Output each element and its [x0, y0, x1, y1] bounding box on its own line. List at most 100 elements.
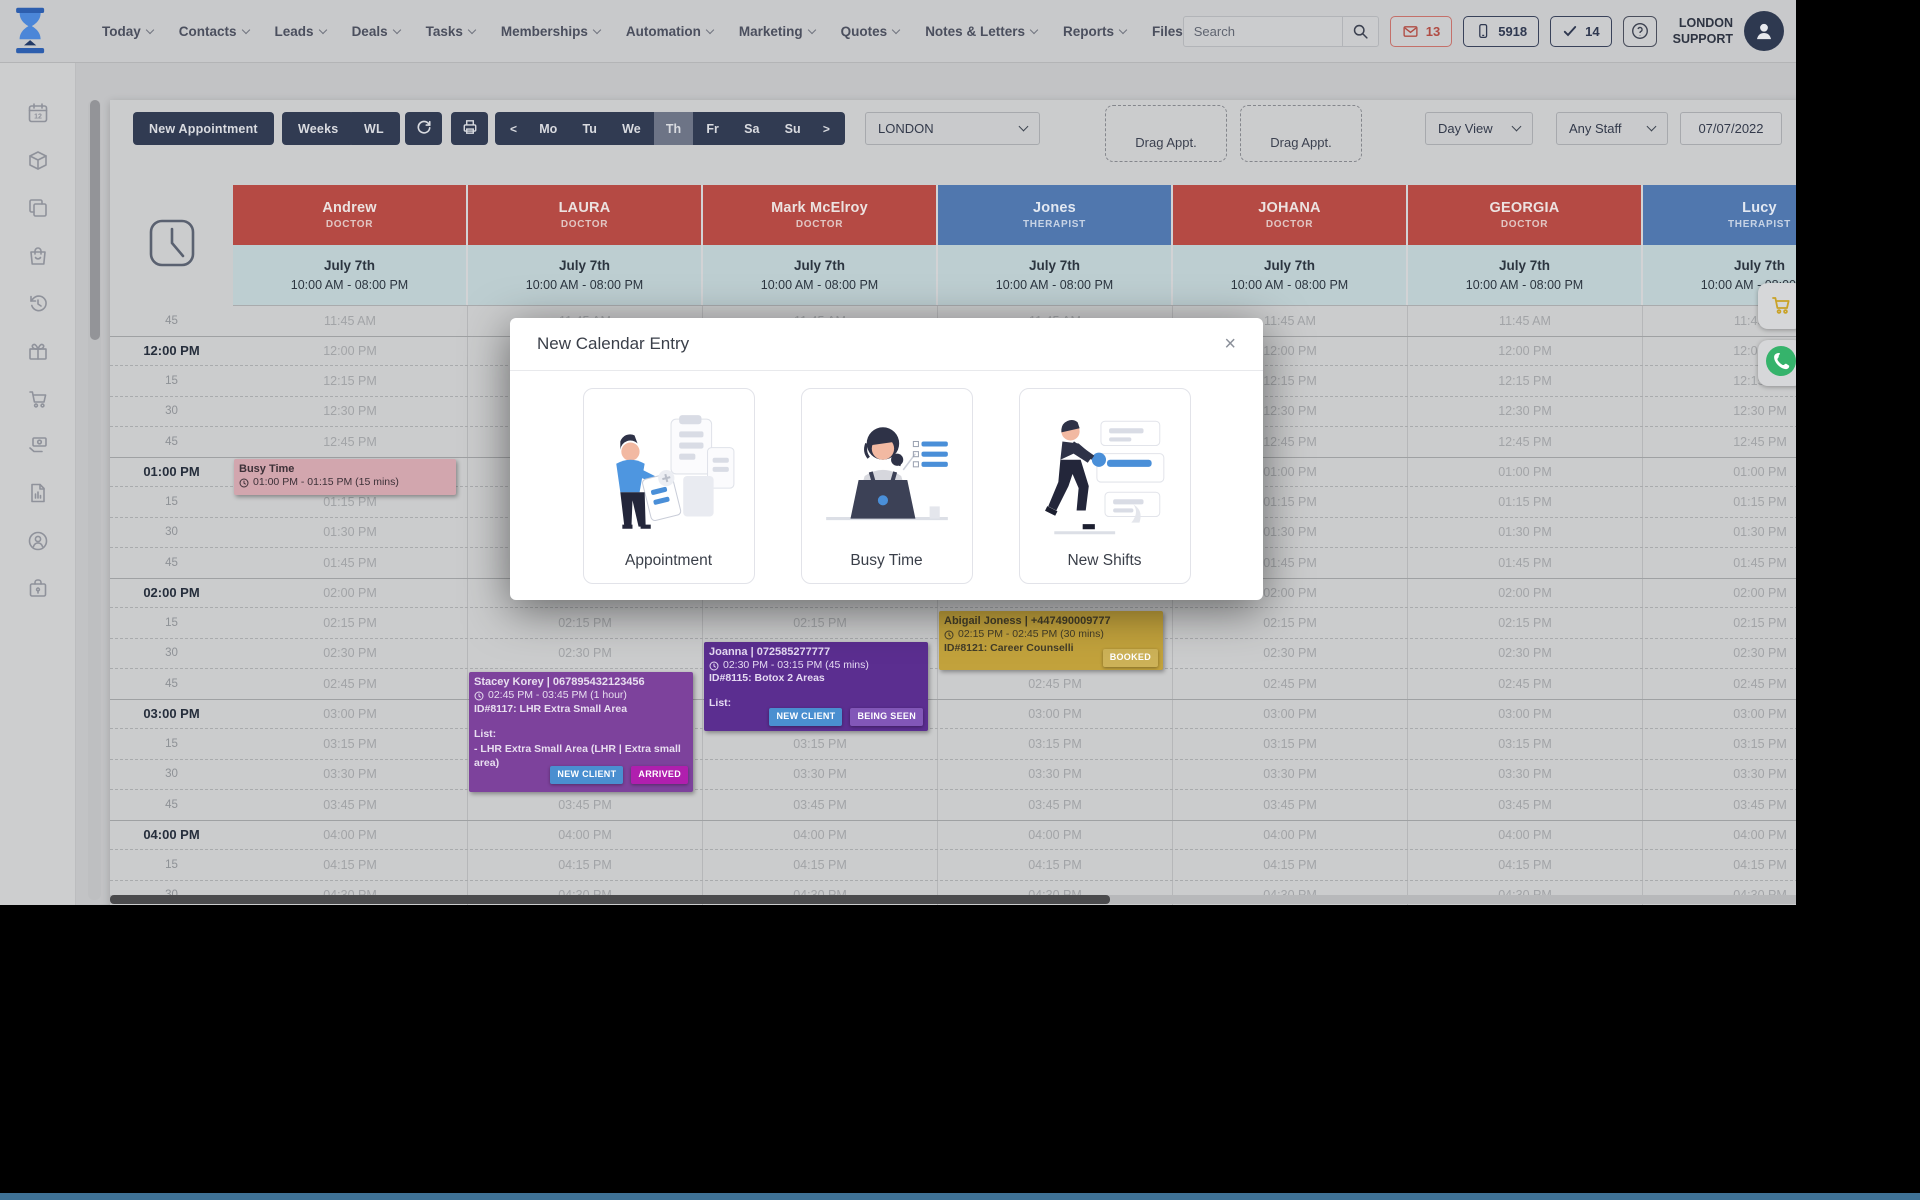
calendar-slot[interactable]: 01:15 PM: [1643, 487, 1796, 517]
account-icon[interactable]: [26, 529, 50, 553]
calendar-slot[interactable]: 12:45 PM: [1643, 427, 1796, 457]
calendar-slot[interactable]: 12:30 PM: [233, 397, 468, 427]
modal-option-appointment[interactable]: Appointment: [583, 388, 755, 584]
nav-item-memberships[interactable]: Memberships: [501, 24, 600, 39]
horizontal-scrollbar-thumb[interactable]: [110, 895, 1110, 904]
staff-column-header[interactable]: LucyTHERAPIST: [1643, 185, 1796, 245]
nav-item-deals[interactable]: Deals: [352, 24, 400, 39]
calendar-slot[interactable]: 01:30 PM: [1643, 518, 1796, 548]
nav-item-files[interactable]: Files: [1152, 24, 1183, 39]
nav-item-notes-letters[interactable]: Notes & Letters: [925, 24, 1037, 39]
calendar-icon[interactable]: 12: [26, 101, 50, 125]
day-button-fr[interactable]: Fr: [694, 112, 731, 145]
calendar-slot[interactable]: 03:15 PM: [1643, 729, 1796, 759]
staff-select[interactable]: Any Staff: [1556, 112, 1668, 145]
horizontal-scrollbar[interactable]: [110, 895, 1796, 904]
nav-item-quotes[interactable]: Quotes: [841, 24, 900, 39]
nav-item-marketing[interactable]: Marketing: [739, 24, 815, 39]
calendar-slot[interactable]: 02:45 PM: [1408, 669, 1643, 699]
calendar-slot[interactable]: 02:15 PM: [233, 608, 468, 638]
new-appointment-button[interactable]: New Appointment: [133, 112, 274, 145]
staff-column-header[interactable]: AndrewDOCTOR: [233, 185, 468, 245]
vertical-scrollbar-thumb[interactable]: [90, 100, 100, 340]
calendar-slot[interactable]: 01:45 PM: [1643, 548, 1796, 578]
calendar-slot[interactable]: 03:45 PM: [938, 790, 1173, 820]
shopping-bag-icon[interactable]: [26, 244, 50, 268]
day-button-th[interactable]: Th: [654, 112, 693, 145]
calendar-slot[interactable]: 04:15 PM: [1643, 850, 1796, 880]
calendar-slot[interactable]: 04:00 PM: [468, 821, 703, 850]
calendar-slot[interactable]: 01:30 PM: [1408, 518, 1643, 548]
calendar-slot[interactable]: 04:00 PM: [233, 821, 468, 850]
calendar-slot[interactable]: 04:00 PM: [1173, 821, 1408, 850]
prev-day-button[interactable]: <: [501, 112, 526, 145]
calendar-slot[interactable]: 01:00 PM: [1408, 458, 1643, 487]
day-button-mo[interactable]: Mo: [527, 112, 569, 145]
copy-icon[interactable]: [26, 196, 50, 220]
staff-column-header[interactable]: Mark McElroyDOCTOR: [703, 185, 938, 245]
appointment-block[interactable]: Abigail Joness | +44749000977702:15 PM -…: [939, 611, 1163, 670]
calendar-slot[interactable]: 03:30 PM: [1408, 760, 1643, 790]
calendar-slot[interactable]: 12:00 PM: [1408, 337, 1643, 366]
day-button-su[interactable]: Su: [773, 112, 813, 145]
day-button-tu[interactable]: Tu: [571, 112, 609, 145]
history-icon[interactable]: [26, 291, 50, 315]
calendar-slot[interactable]: 04:00 PM: [1643, 821, 1796, 850]
staff-column-header[interactable]: JonesTHERAPIST: [938, 185, 1173, 245]
calendar-slot[interactable]: 03:00 PM: [1173, 700, 1408, 729]
next-day-button[interactable]: >: [814, 112, 839, 145]
calendar-slot[interactable]: 04:15 PM: [233, 850, 468, 880]
print-button[interactable]: [451, 112, 488, 145]
calendar-slot[interactable]: 02:00 PM: [1643, 579, 1796, 608]
calendar-slot[interactable]: 02:45 PM: [1643, 669, 1796, 699]
nav-item-tasks[interactable]: Tasks: [426, 24, 475, 39]
appointment-block[interactable]: Stacey Korey | 06789543212345602:45 PM -…: [469, 672, 693, 792]
gift-icon[interactable]: [26, 339, 50, 363]
whatsapp-quick-button[interactable]: [1758, 340, 1796, 386]
payment-icon[interactable]: [26, 434, 50, 458]
calendar-slot[interactable]: 12:30 PM: [1408, 397, 1643, 427]
calendar-slot[interactable]: 03:45 PM: [1408, 790, 1643, 820]
appointment-block[interactable]: Joanna | 07258527777702:30 PM - 03:15 PM…: [704, 642, 928, 732]
calendar-slot[interactable]: 04:00 PM: [703, 821, 938, 850]
calendar-slot[interactable]: 02:15 PM: [1408, 608, 1643, 638]
view-select[interactable]: Day View: [1425, 112, 1533, 145]
modal-option-busy-time[interactable]: Busy Time: [801, 388, 973, 584]
calendar-slot[interactable]: 03:45 PM: [1173, 790, 1408, 820]
calendar-slot[interactable]: 03:30 PM: [938, 760, 1173, 790]
calendar-slot[interactable]: 02:30 PM: [468, 639, 703, 669]
calendar-slot[interactable]: 03:00 PM: [1408, 700, 1643, 729]
calendar-slot[interactable]: 12:15 PM: [1408, 366, 1643, 396]
cart-quick-button[interactable]: [1758, 283, 1796, 329]
package-icon[interactable]: [26, 149, 50, 173]
brand-logo-icon[interactable]: [10, 6, 52, 56]
nav-item-reports[interactable]: Reports: [1063, 24, 1126, 39]
nav-item-contacts[interactable]: Contacts: [179, 24, 249, 39]
nav-item-leads[interactable]: Leads: [275, 24, 326, 39]
close-icon[interactable]: ×: [1224, 334, 1236, 354]
staff-column-header[interactable]: JOHANADOCTOR: [1173, 185, 1408, 245]
avatar[interactable]: [1744, 11, 1784, 51]
calendar-slot[interactable]: 02:30 PM: [1643, 639, 1796, 669]
mail-badge[interactable]: 13: [1390, 16, 1452, 47]
calendar-slot[interactable]: 03:15 PM: [703, 729, 938, 759]
calendar-slot[interactable]: 03:15 PM: [233, 729, 468, 759]
drag-appt-slot-2[interactable]: Drag Appt.: [1240, 105, 1362, 162]
calendar-slot[interactable]: 03:15 PM: [1173, 729, 1408, 759]
calendar-slot[interactable]: 02:30 PM: [233, 639, 468, 669]
calendar-slot[interactable]: 01:15 PM: [1408, 487, 1643, 517]
nav-item-today[interactable]: Today: [102, 24, 153, 39]
calendar-slot[interactable]: 02:30 PM: [1408, 639, 1643, 669]
calendar-slot[interactable]: 12:30 PM: [1643, 397, 1796, 427]
waitlist-button[interactable]: WL: [348, 112, 400, 145]
calendar-slot[interactable]: 04:00 PM: [1408, 821, 1643, 850]
calendar-slot[interactable]: 12:00 PM: [233, 337, 468, 366]
calendar-slot[interactable]: 02:45 PM: [233, 669, 468, 699]
calendar-slot[interactable]: 02:15 PM: [1173, 608, 1408, 638]
calendar-slot[interactable]: 04:00 PM: [938, 821, 1173, 850]
calendar-slot[interactable]: 03:30 PM: [1173, 760, 1408, 790]
calendar-slot[interactable]: 02:15 PM: [703, 608, 938, 638]
calendar-slot[interactable]: 04:15 PM: [1173, 850, 1408, 880]
calendar-slot[interactable]: 03:15 PM: [1408, 729, 1643, 759]
case-lock-icon[interactable]: [26, 576, 50, 600]
